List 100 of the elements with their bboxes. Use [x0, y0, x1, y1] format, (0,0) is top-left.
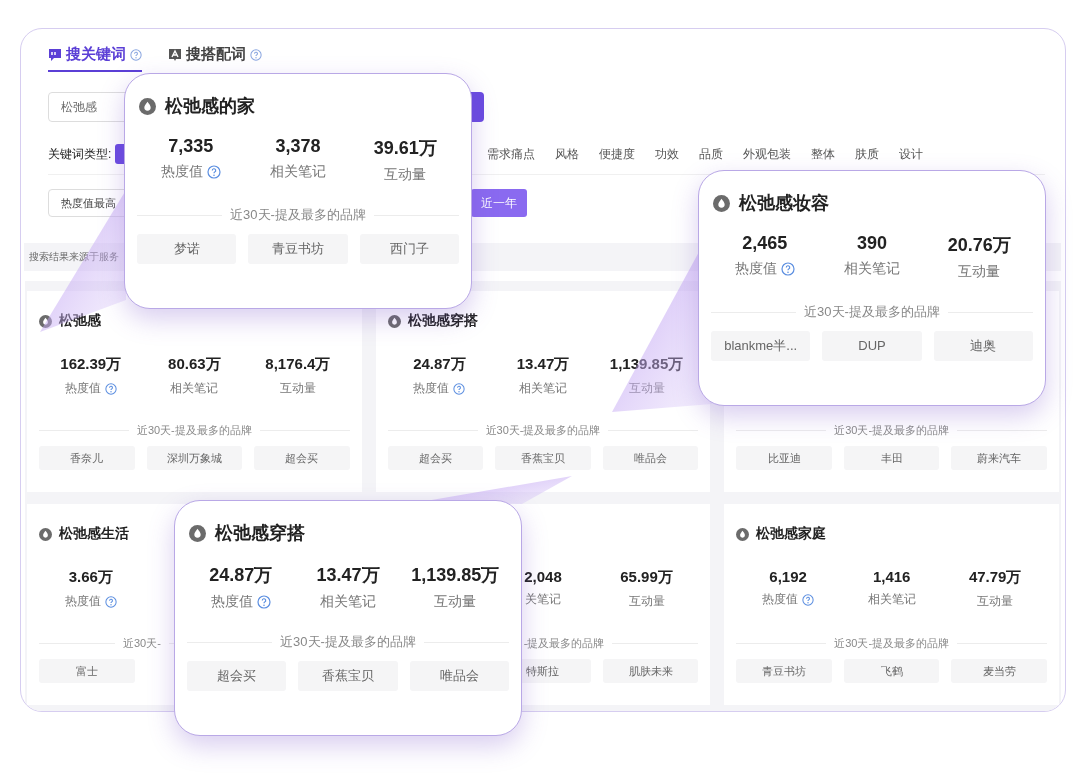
stat-value: 20.76万	[947, 234, 1011, 257]
stat-value: 65.99万	[620, 568, 673, 587]
stat-value: 2,465	[742, 233, 788, 254]
help-icon[interactable]	[104, 382, 117, 395]
brand-tag[interactable]: 超会买	[254, 446, 350, 470]
brand-tag[interactable]: 香蕉宝贝	[495, 446, 591, 470]
help-icon[interactable]	[780, 262, 795, 276]
stat-label: 相关笔记	[867, 591, 916, 608]
brand-tag[interactable]: 超会买	[387, 446, 484, 470]
brand-tag[interactable]: 深圳万象城	[146, 446, 243, 470]
stat-value: 6,192	[769, 568, 807, 585]
brand-tag[interactable]: 香奈儿	[39, 446, 135, 470]
stat-label: 相关笔记	[844, 260, 900, 278]
stat-value: 162.39万	[60, 355, 122, 374]
help-icon[interactable]	[250, 48, 262, 61]
stat-value: 1,416	[872, 568, 911, 585]
brand-tag[interactable]: 青豆书坊	[248, 234, 348, 264]
brand-tag[interactable]: 唯品会	[409, 661, 509, 691]
stat-label: 热度值	[64, 380, 101, 397]
filter-option[interactable]: 肤质	[855, 145, 880, 163]
brand-tag[interactable]: 富士	[39, 659, 135, 683]
card-title: 松弛感的家	[165, 95, 255, 118]
filter-option[interactable]: 风格	[555, 145, 580, 163]
stat-value: 47.79万	[968, 568, 1022, 587]
flame-icon	[387, 314, 401, 328]
brand-tag[interactable]: 丰田	[843, 446, 940, 470]
filter-option[interactable]: 品质	[699, 145, 724, 163]
brand-tag[interactable]: 梦诺	[137, 234, 237, 264]
brand-tag[interactable]: 肌肤未来	[602, 659, 699, 683]
stat-label: 热度值	[762, 591, 799, 608]
brand-tag[interactable]: 香蕉宝贝	[298, 661, 398, 691]
filter-option[interactable]: 外观包装	[743, 145, 792, 163]
stat-value: 24.87万	[413, 355, 466, 374]
help-icon[interactable]	[130, 48, 142, 61]
filter-option[interactable]: 功效	[655, 145, 680, 163]
filter-option[interactable]: 设计	[899, 145, 924, 163]
stat-label: 热度值	[64, 593, 101, 610]
brand-tag[interactable]: 飞鹤	[843, 659, 940, 683]
filter-option[interactable]: 便捷度	[599, 145, 636, 163]
stat-value: 2,048	[524, 568, 562, 585]
stat-value: 24.87万	[209, 564, 273, 587]
tab[interactable]: 搜关键词	[48, 45, 142, 72]
stat-label: 关笔记	[525, 591, 561, 608]
help-icon[interactable]	[104, 595, 117, 608]
stat-label: 互动量	[628, 380, 665, 397]
section-heading: 近30天-提及最多的品牌	[136, 423, 252, 438]
stat-label: 热度值	[734, 260, 777, 278]
flame-icon	[736, 527, 750, 541]
flame-icon	[139, 97, 156, 115]
stat-value: 8,176.4万	[265, 355, 331, 374]
brand-tag[interactable]: 比亚迪	[736, 446, 832, 470]
notice-text: 搜索结果来源于服务	[29, 251, 119, 262]
brand-tag[interactable]: 超会买	[187, 661, 287, 691]
card-title: 松弛感妆容	[739, 192, 829, 215]
help-icon[interactable]	[453, 382, 466, 395]
help-icon[interactable]	[206, 165, 221, 179]
brand-tag[interactable]: 麦当劳	[951, 659, 1047, 683]
brand-tag[interactable]: 西门子	[359, 234, 459, 264]
brand-tag[interactable]: 蔚来汽车	[951, 446, 1047, 470]
stat-value: 80.63万	[168, 355, 221, 374]
brand-tag[interactable]: 迪奥	[933, 331, 1033, 361]
stat-label: 热度值	[160, 163, 203, 181]
filter-option[interactable]: 整体	[811, 145, 836, 163]
stat-label: 相关笔记	[320, 593, 376, 611]
stat-value: 7,335	[168, 136, 214, 157]
flame-icon	[713, 194, 730, 212]
badge-icon	[168, 47, 182, 62]
stat-value: 39.61万	[373, 137, 437, 160]
stat-value: 1,139.85万	[411, 564, 500, 587]
brand-tag[interactable]: 青豆书坊	[736, 659, 832, 683]
filter-label: 关键词类型:	[48, 145, 112, 163]
stat-label: 互动量	[384, 166, 427, 184]
flame-icon	[39, 527, 52, 541]
tab[interactable]: 搜搭配词	[168, 45, 262, 72]
section-heading: 近30天-提及最多的品牌	[834, 636, 950, 651]
card-title: 松弛感穿搭	[215, 522, 305, 545]
section-heading: 近30天-	[123, 636, 161, 651]
stat-value: 3.66万	[68, 568, 113, 587]
stat-label: 互动量	[977, 593, 1014, 610]
filter-option[interactable]: 需求痛点	[487, 145, 536, 163]
card-title: 松弛感	[59, 312, 101, 330]
section-heading: -提及最多的品牌	[523, 636, 605, 651]
stat-label: 相关笔记	[170, 380, 219, 397]
card-title: 松弛感家庭	[756, 525, 827, 543]
section-heading: 近30天-提及最多的品牌	[280, 633, 416, 651]
help-icon[interactable]	[802, 593, 815, 606]
brand-tag[interactable]: blankme半...	[711, 331, 811, 361]
stat-label: 热度值	[210, 593, 253, 611]
stat-label: 热度值	[413, 380, 450, 397]
stat-label: 相关笔记	[270, 163, 326, 181]
section-heading: 近30天-提及最多的品牌	[230, 206, 366, 224]
stat-label: 相关笔记	[519, 380, 567, 397]
brand-tag[interactable]: 唯品会	[602, 446, 699, 470]
chat-bubble-icon	[48, 47, 62, 62]
stat-label: 互动量	[958, 263, 1001, 281]
period-button[interactable]: 近一年	[471, 189, 527, 217]
help-icon[interactable]	[256, 595, 271, 609]
stat-label: 互动量	[279, 380, 316, 397]
brand-tag[interactable]: DUP	[822, 331, 922, 361]
card-title: 松弛感生活	[59, 525, 129, 543]
